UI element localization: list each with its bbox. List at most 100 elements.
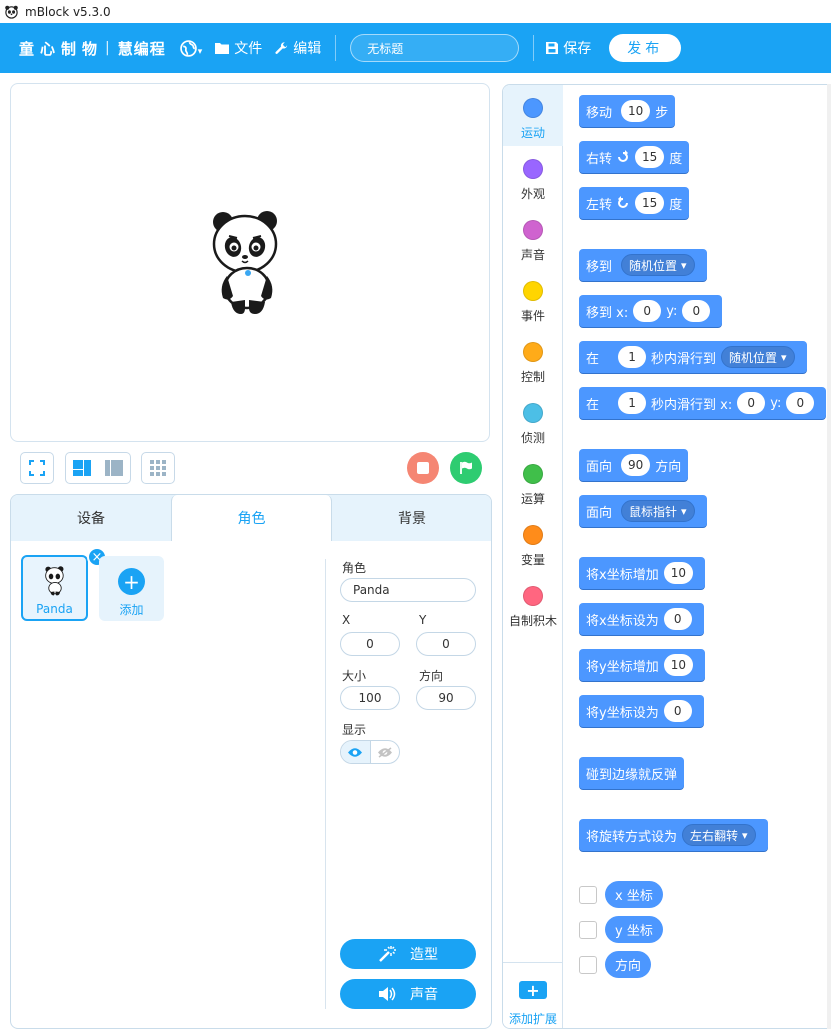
block-input[interactable]: 1 [618, 392, 647, 414]
reporter-y-position[interactable]: y 坐标 [579, 916, 663, 943]
block-set-y[interactable]: 将y坐标设为 0 [579, 695, 704, 727]
block-turn-right[interactable]: 右转 15 度 [579, 141, 690, 173]
block-text: 移动 [586, 105, 613, 121]
language-menu[interactable]: ▾ [179, 39, 202, 57]
save-icon [546, 42, 559, 54]
block-turn-left[interactable]: 左转 15 度 [579, 187, 690, 219]
sprite-card-panda[interactable]: Panda × [21, 547, 107, 621]
block-input[interactable]: 0 [633, 300, 662, 322]
category-variables[interactable]: 变量 [503, 512, 563, 573]
add-extension-label: 添加扩展 [508, 1012, 557, 1026]
rotate-right-icon [618, 150, 629, 162]
block-input[interactable]: 0 [786, 392, 815, 414]
tab-backdrops[interactable]: 背景 [332, 495, 491, 541]
block-glide-to[interactable]: 在 1 秒内滑行到 随机位置 [579, 341, 807, 373]
block-input[interactable]: 90 [621, 454, 651, 476]
block-input[interactable]: 10 [663, 654, 693, 676]
block-point-towards[interactable]: 面向 鼠标指针 [579, 495, 707, 527]
monitor-checkbox[interactable] [579, 955, 597, 974]
block-input[interactable]: 1 [618, 346, 647, 368]
x-input[interactable]: 0 [340, 632, 400, 656]
block-set-x[interactable]: 将x坐标设为 0 [579, 603, 704, 635]
size-value: 100 [358, 691, 382, 705]
category-looks[interactable]: 外观 [503, 146, 563, 207]
sound-button[interactable]: 声音 [340, 979, 476, 1009]
block-bounce[interactable]: 碰到边缘就反弹 [579, 757, 685, 789]
sound-dot-icon [523, 220, 543, 240]
monitor-checkbox[interactable] [579, 920, 597, 939]
block-input[interactable]: 0 [737, 392, 766, 414]
hide-sprite-button[interactable] [369, 741, 400, 763]
block-text: 在 [586, 351, 600, 367]
block-input[interactable]: 10 [663, 562, 693, 584]
reporter-direction[interactable]: 方向 [579, 951, 652, 978]
reporter-pill[interactable]: x 坐标 [605, 881, 663, 908]
my-blocks-dot-icon [523, 586, 543, 606]
block-rotation-style[interactable]: 将旋转方式设为 左右翻转 [579, 819, 768, 851]
add-sprite-button[interactable]: + 添加 [99, 556, 164, 621]
block-move-steps[interactable]: 移动 10 步 [579, 95, 676, 127]
block-dropdown[interactable]: 随机位置 [621, 254, 695, 276]
add-extension-button[interactable]: + 添加扩展 [503, 962, 563, 1028]
large-stage-button[interactable] [97, 452, 131, 484]
block-dropdown[interactable]: 鼠标指针 [621, 500, 695, 522]
block-text: 移到 [586, 259, 613, 275]
edit-menu[interactable]: 编辑 [274, 38, 321, 58]
fullscreen-button[interactable] [20, 452, 54, 484]
blocks-scrollbar[interactable] [827, 84, 831, 1029]
costume-label: 造型 [410, 947, 438, 963]
stop-button[interactable] [407, 452, 439, 484]
category-sound[interactable]: 声音 [503, 207, 563, 268]
save-button[interactable]: 保存 [545, 38, 591, 58]
block-goto-xy[interactable]: 移到 x: 0 y: 0 [579, 295, 723, 327]
block-change-y[interactable]: 将y坐标增加 10 [579, 649, 705, 681]
publish-button[interactable]: 发布 [609, 34, 682, 62]
category-events[interactable]: 事件 [503, 268, 563, 329]
block-point-direction[interactable]: 面向 90 方向 [579, 449, 689, 481]
block-input[interactable]: 10 [621, 100, 651, 122]
block-text: 将旋转方式设为 [586, 829, 678, 845]
size-input[interactable]: 100 [340, 686, 400, 710]
project-name-input[interactable]: 无标题 [350, 34, 520, 62]
sprite-name-input[interactable]: Panda [340, 578, 476, 602]
category-label: 侦测 [520, 431, 545, 445]
block-dropdown[interactable]: 左右翻转 [682, 824, 756, 846]
y-input[interactable]: 0 [416, 632, 476, 656]
block-text: 在 [586, 397, 600, 413]
category-control[interactable]: 控制 [503, 329, 563, 390]
category-motion[interactable]: 运动 [503, 85, 563, 146]
block-dropdown[interactable]: 随机位置 [721, 346, 795, 368]
reporter-pill[interactable]: 方向 [605, 951, 652, 978]
operators-dot-icon [523, 464, 543, 484]
block-input[interactable]: 0 [663, 608, 692, 630]
category-operators[interactable]: 运算 [503, 451, 563, 512]
block-text: 右转 [586, 151, 613, 167]
category-sensing[interactable]: 侦测 [503, 390, 563, 451]
tab-sprites[interactable]: 角色 [171, 495, 332, 541]
category-my-blocks[interactable]: 自制积木 [503, 573, 563, 634]
file-menu[interactable]: 文件 [214, 38, 262, 58]
panda-sprite[interactable] [211, 210, 283, 316]
grid-view-button[interactable] [141, 452, 175, 484]
direction-input[interactable]: 90 [416, 686, 476, 710]
block-input[interactable]: 0 [663, 700, 692, 722]
block-text: 将y坐标设为 [586, 705, 659, 721]
reporter-pill[interactable]: y 坐标 [605, 916, 663, 943]
block-input[interactable]: 15 [635, 192, 665, 214]
tab-devices[interactable]: 设备 [11, 495, 171, 541]
block-change-x[interactable]: 将x坐标增加 10 [579, 557, 705, 589]
monitor-checkbox[interactable] [579, 885, 597, 904]
plus-icon: + [118, 568, 145, 595]
show-sprite-button[interactable] [341, 741, 370, 763]
reporter-x-position[interactable]: x 坐标 [579, 881, 663, 908]
costume-button[interactable]: 造型 [340, 939, 476, 969]
sprite-name-label: 角色 [342, 561, 367, 575]
stage-canvas[interactable] [10, 83, 490, 442]
block-glide-to-xy[interactable]: 在 1 秒内滑行到 x: 0 y: 0 [579, 387, 827, 419]
block-text: 秒内滑行到 x: [651, 397, 733, 413]
green-flag-button[interactable] [450, 452, 482, 484]
block-goto[interactable]: 移到 随机位置 [579, 249, 707, 281]
small-stage-button[interactable] [65, 452, 99, 484]
block-input[interactable]: 15 [635, 146, 665, 168]
block-input[interactable]: 0 [682, 300, 711, 322]
